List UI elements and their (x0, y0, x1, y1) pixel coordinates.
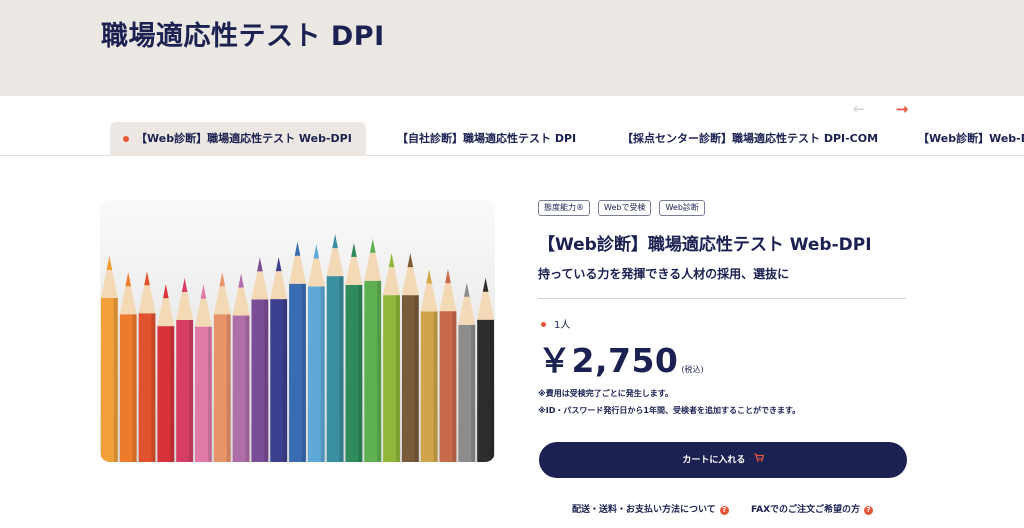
pencil (439, 269, 457, 462)
pencil (326, 234, 344, 462)
tag: Webで受検 (598, 200, 652, 216)
product-name: 【Web診断】職場適応性テスト Web-DPI (538, 235, 872, 255)
pencil (213, 272, 231, 462)
tab-label: 【自社診断】職場適応性テスト DPI (397, 132, 577, 145)
divider (538, 298, 906, 299)
help-icon: ? (864, 506, 874, 515)
active-dot-icon (123, 136, 129, 142)
pencil (232, 273, 250, 462)
pencil (251, 257, 269, 462)
tab-label: 【採点センター診断】職場適応性テスト DPI-COM (622, 132, 879, 145)
fee-note: ※費用は受検完了ごとに発生します。 (538, 389, 673, 398)
pencil (176, 277, 194, 462)
pencil (270, 257, 288, 462)
unit-label: 1人 (541, 316, 570, 331)
pencil (195, 284, 212, 462)
arrow-left-icon[interactable]: ← (850, 99, 868, 119)
pencil (401, 253, 419, 462)
pencil (364, 238, 382, 462)
tab-label: 【Web診断】職場適応性テスト Web-DPI (136, 132, 352, 145)
shipping-info-link[interactable]: 配送・送料・お支払い方法について? (572, 502, 729, 515)
unit-text: 1人 (554, 320, 571, 331)
tag-list: 態度能力® Webで受検 Web診断 (538, 200, 705, 216)
pencil (383, 253, 400, 462)
cart-button-label: カートに入れる (682, 455, 746, 466)
add-to-cart-button[interactable]: カートに入れる (539, 442, 907, 478)
id-note: ※ID・パスワード発行日から1年間、受検者を追加することができます。 (538, 406, 801, 415)
pencils-illustration (101, 234, 494, 462)
tax-note: (税込) (681, 365, 704, 374)
page-title: 職場適応性テスト DPI (101, 21, 385, 52)
pencil (157, 284, 175, 462)
tab-web-dpi-2[interactable]: 【Web診断】Web-DPI (918, 122, 1024, 156)
tab-label: 【Web診断】Web-DPI (918, 132, 1024, 145)
bullet-dot-icon (541, 322, 546, 327)
pencil (138, 271, 156, 462)
tab-web-dpi[interactable]: 【Web診断】職場適応性テスト Web-DPI (110, 122, 366, 156)
cart-icon (754, 442, 764, 478)
tag: Web診断 (659, 200, 705, 216)
fax-link-label: FAXでのご注文ご希望の方 (751, 505, 861, 515)
pencil (458, 282, 476, 462)
shipping-link-label: 配送・送料・お支払い方法について (572, 505, 716, 515)
pencil (420, 269, 438, 462)
tag: 態度能力® (538, 200, 590, 216)
tab-dpi-com[interactable]: 【採点センター診断】職場適応性テスト DPI-COM (622, 122, 878, 156)
tab-dpi[interactable]: 【自社診断】職場適応性テスト DPI (397, 122, 576, 156)
pencil (477, 277, 494, 462)
colored-pencils-photo (100, 200, 495, 462)
help-icon: ? (719, 506, 729, 515)
price-line: ￥2,750 (税込) (538, 334, 704, 382)
pencil (307, 244, 325, 462)
arrow-right-icon[interactable]: → (893, 99, 911, 119)
price: ￥2,750 (538, 341, 679, 380)
pencil (289, 241, 306, 462)
product-tab-bar: 【Web診断】職場適応性テスト Web-DPI 【自社診断】職場適応性テスト D… (0, 122, 1024, 156)
pencil (119, 272, 137, 462)
pencil (345, 242, 363, 462)
fax-order-link[interactable]: FAXでのご注文ご希望の方? (751, 502, 874, 515)
pencil (101, 256, 118, 462)
catch-copy: 持っている力を発揮できる人材の採用、選抜に (538, 267, 790, 281)
